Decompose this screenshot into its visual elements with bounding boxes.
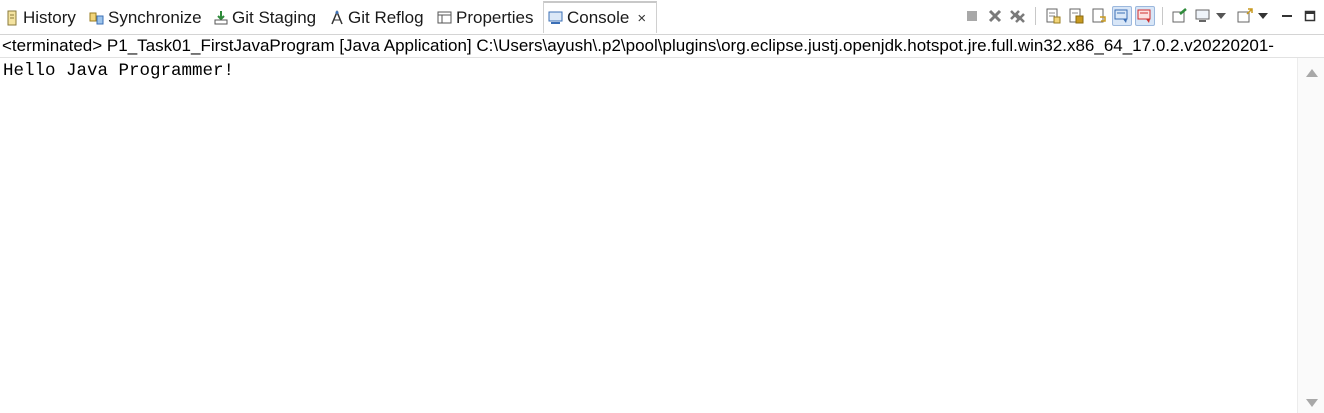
tab-git-staging[interactable]: Git Staging	[213, 3, 316, 33]
remove-all-terminated-icon[interactable]	[1008, 6, 1028, 26]
history-icon	[4, 10, 20, 26]
tab-label: Git Staging	[232, 8, 317, 27]
open-console-icon[interactable]	[1235, 6, 1255, 26]
tab-label: Git Reflog	[348, 8, 424, 27]
chevron-down-icon[interactable]	[1258, 6, 1268, 26]
show-console-on-stderr-icon[interactable]	[1135, 6, 1155, 26]
git-reflog-icon	[329, 10, 345, 26]
remove-launch-icon[interactable]	[985, 6, 1005, 26]
close-tab-button[interactable]: ×	[637, 10, 646, 27]
clear-console-icon[interactable]	[1043, 6, 1063, 26]
tab-label: Properties	[456, 8, 534, 27]
pin-console-icon[interactable]	[1170, 6, 1190, 26]
toolbar-separator	[1035, 7, 1036, 25]
tab-console[interactable]: Console ×	[543, 1, 657, 33]
tab-properties[interactable]: Properties	[437, 3, 533, 33]
scroll-up-icon[interactable]	[1306, 69, 1318, 77]
properties-icon	[437, 10, 453, 26]
synchronize-icon	[89, 10, 105, 26]
minimize-view-icon[interactable]	[1277, 6, 1297, 26]
show-console-on-stdout-icon[interactable]	[1112, 6, 1132, 26]
tab-label: Synchronize	[108, 8, 202, 27]
tab-label: Console	[567, 8, 630, 27]
console-output-text: Hello Java Programmer!	[3, 61, 235, 81]
console-icon	[548, 10, 564, 26]
display-selected-console-icon[interactable]	[1193, 6, 1213, 26]
tab-git-reflog[interactable]: Git Reflog	[329, 3, 424, 33]
tab-synchronize[interactable]: Synchronize	[89, 3, 202, 33]
maximize-view-icon[interactable]	[1300, 6, 1320, 26]
view-tab-bar: History Synchronize Git Staging Git Refl…	[0, 0, 1324, 34]
scroll-down-icon[interactable]	[1306, 399, 1318, 407]
git-staging-icon	[213, 10, 229, 26]
console-output-area[interactable]: Hello Java Programmer!	[0, 58, 1297, 413]
terminate-icon[interactable]	[962, 6, 982, 26]
word-wrap-icon[interactable]	[1089, 6, 1109, 26]
tab-history[interactable]: History	[4, 3, 76, 33]
process-status-line: <terminated> P1_Task01_FirstJavaProgram …	[0, 34, 1324, 58]
tab-label: History	[23, 8, 76, 27]
chevron-down-icon[interactable]	[1216, 6, 1226, 26]
console-toolbar	[962, 2, 1320, 30]
vertical-scrollbar[interactable]	[1297, 58, 1324, 413]
scroll-lock-icon[interactable]	[1066, 6, 1086, 26]
toolbar-separator	[1162, 7, 1163, 25]
